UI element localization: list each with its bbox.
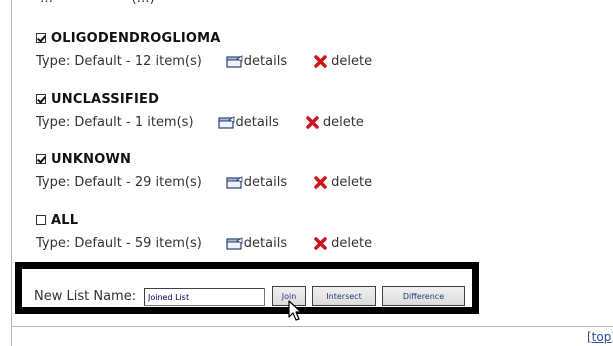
list-item-header: UNKNOWN: [36, 149, 372, 169]
delete-label: delete: [322, 114, 364, 130]
intersect-button[interactable]: Intersect: [312, 286, 376, 306]
red-x-icon: [314, 236, 327, 250]
details-label: details: [243, 53, 288, 69]
folder-details-icon: [217, 115, 234, 129]
frame-left-border: [11, 0, 12, 346]
list-checkbox[interactable]: [36, 33, 46, 43]
list-item: ALL Type: Default - 59 item(s) details d…: [36, 210, 372, 254]
list-item-header: OLIGODENDROGLIOMA: [36, 28, 372, 48]
footer-divider: [11, 326, 613, 327]
delete-link[interactable]: delete: [313, 175, 372, 190]
list-meta: Type: Default - 59 item(s) details delet…: [36, 232, 372, 254]
details-label: details: [235, 114, 279, 130]
red-x-icon: [314, 54, 327, 68]
folder-details-icon: [226, 236, 243, 250]
difference-button[interactable]: Difference: [382, 286, 465, 306]
red-x-icon: [314, 175, 327, 189]
details-label: details: [243, 174, 288, 190]
details-link[interactable]: details: [226, 175, 287, 190]
red-x-icon: [306, 115, 319, 129]
details-link[interactable]: details: [226, 54, 287, 69]
list-meta: Type: Default - 1 item(s) details delete: [36, 111, 364, 133]
delete-link[interactable]: delete: [313, 54, 372, 69]
list-checkbox[interactable]: [36, 154, 46, 164]
mouse-pointer-icon: [288, 300, 302, 321]
list-name: UNKNOWN: [51, 151, 132, 167]
list-type-text: Type: Default - 12 item(s): [36, 53, 202, 69]
delete-link[interactable]: delete: [305, 115, 364, 130]
new-list-name-input[interactable]: [144, 288, 265, 306]
list-name: OLIGODENDROGLIOMA: [51, 30, 221, 46]
list-item: UNCLASSIFIED Type: Default - 1 item(s) d…: [36, 89, 364, 133]
details-link[interactable]: details: [226, 236, 287, 251]
list-checkbox[interactable]: [36, 94, 46, 104]
delete-label: delete: [331, 174, 373, 190]
delete-link[interactable]: delete: [313, 236, 372, 251]
new-list-name-label: New List Name:: [34, 289, 137, 304]
list-meta: Type: Default - 29 item(s) details delet…: [36, 171, 372, 193]
clipped-previous-row: … (…): [40, 0, 155, 6]
list-type-text: Type: Default - 1 item(s): [36, 114, 194, 130]
list-type-text: Type: Default - 59 item(s): [36, 235, 202, 251]
list-item: UNKNOWN Type: Default - 29 item(s) detai…: [36, 149, 372, 193]
delete-label: delete: [331, 235, 373, 251]
details-label: details: [243, 235, 288, 251]
details-link[interactable]: details: [217, 114, 279, 130]
list-name: ALL: [51, 212, 79, 228]
list-meta: Type: Default - 12 item(s) details delet…: [36, 50, 372, 72]
list-item: OLIGODENDROGLIOMA Type: Default - 12 ite…: [36, 28, 372, 72]
list-item-header: ALL: [36, 210, 372, 230]
folder-details-icon: [226, 175, 243, 189]
list-item-header: UNCLASSIFIED: [36, 89, 364, 109]
folder-details-icon: [226, 54, 243, 68]
list-type-text: Type: Default - 29 item(s): [36, 174, 202, 190]
back-to-top-link[interactable]: [top]: [587, 330, 613, 344]
list-checkbox[interactable]: [36, 215, 46, 225]
delete-label: delete: [331, 53, 373, 69]
list-name: UNCLASSIFIED: [51, 91, 160, 107]
